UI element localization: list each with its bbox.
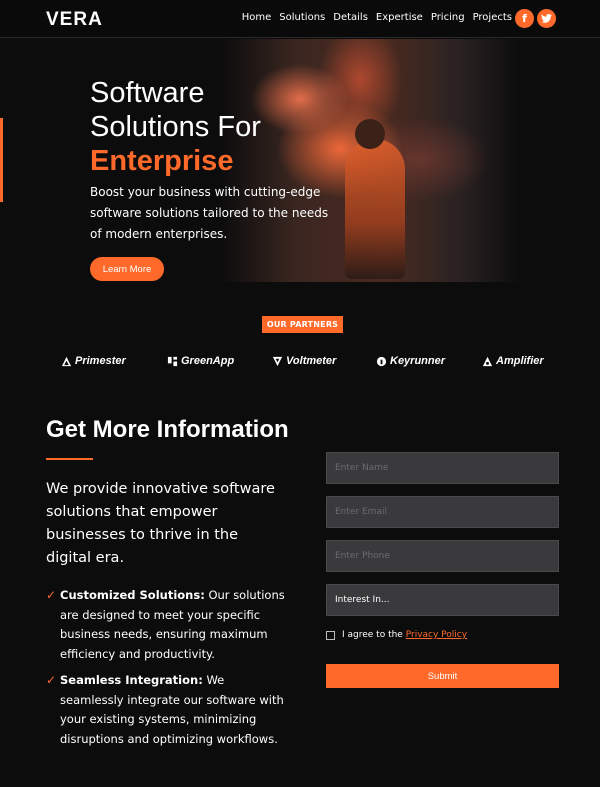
partner-logo-greenapp[interactable]: GreenApp [167, 355, 234, 367]
hero-title-accent: Enterprise [90, 145, 234, 177]
partner-logo-primester[interactable]: Primester [61, 355, 126, 367]
facebook-glyph: f [522, 12, 527, 25]
nav-item-pricing[interactable]: Pricing [431, 12, 465, 23]
nav-item-details[interactable]: Details [333, 12, 368, 23]
main-menu: Home Solutions Details Expertise Pricing… [234, 12, 512, 23]
phone-field[interactable] [326, 540, 559, 572]
learn-more-button[interactable]: Learn More [90, 257, 164, 281]
twitter-icon[interactable] [537, 9, 556, 28]
agree-checkbox[interactable] [326, 630, 335, 640]
hero-title: Software Solutions For Enterprise [90, 76, 261, 178]
info-lead-paragraph: We provide innovative software solutions… [46, 481, 275, 566]
partner-name: Amplifier [496, 355, 544, 367]
submit-button[interactable]: Submit [326, 664, 559, 688]
info-heading: Get More Information [46, 416, 289, 443]
agree-label: I agree to the [342, 630, 406, 640]
hero-title-line2: Solutions For [90, 111, 261, 143]
amplifier-icon [482, 356, 493, 366]
partner-logo-voltmeter[interactable]: Voltmeter [272, 355, 336, 367]
nav-item-solutions[interactable]: Solutions [279, 12, 325, 23]
primester-icon [61, 356, 72, 366]
nav-item-home[interactable]: Home [242, 12, 272, 23]
voltmeter-icon [272, 356, 283, 366]
email-input[interactable] [335, 507, 558, 517]
feature-bullet: ✓ Customized Solutions: Our solutions ar… [46, 586, 286, 664]
interest-select-value: Interest In... [335, 595, 390, 605]
email-field[interactable] [326, 496, 559, 528]
agree-text: I agree to the Privacy Policy [342, 630, 467, 640]
name-field[interactable] [326, 452, 559, 484]
partner-logo-amplifier[interactable]: Amplifier [482, 355, 544, 367]
info-heading-underline [46, 458, 93, 460]
hero-side-accent [0, 118, 3, 202]
facebook-icon[interactable]: f [515, 9, 534, 28]
interest-select[interactable]: Interest In... [326, 584, 559, 616]
hero-title-line1: Software [90, 77, 205, 109]
partner-name: GreenApp [181, 355, 235, 367]
partner-name: Voltmeter [286, 355, 337, 367]
hero-description: Boost your business with cutting-edge so… [90, 185, 329, 241]
feature-bullet-title: Seamless Integration: [60, 673, 203, 687]
partners-badge: OUR PARTNERS [262, 316, 343, 333]
partner-name: Keyrunner [390, 355, 446, 367]
feature-bullet-title: Customized Solutions: [60, 588, 205, 602]
partner-name: Primester [75, 355, 126, 367]
phone-input[interactable] [335, 551, 558, 561]
feature-bullet-text: Customized Solutions: Our solutions are … [60, 586, 286, 664]
feature-bullet: ✓ Seamless Integration: We seamlessly in… [46, 671, 286, 749]
hero-person-head [355, 119, 385, 149]
privacy-agreement: I agree to the Privacy Policy [326, 630, 467, 640]
feature-bullet-text: Seamless Integration: We seamlessly inte… [60, 671, 286, 749]
checkmark-icon: ✓ [46, 673, 57, 687]
hero-person-figure [345, 139, 405, 279]
name-input[interactable] [335, 463, 558, 473]
twitter-bird-glyph [541, 14, 552, 23]
checkmark-icon: ✓ [46, 588, 57, 602]
keyrunner-icon [376, 356, 387, 366]
nav-item-expertise[interactable]: Expertise [376, 12, 423, 23]
partner-logo-keyrunner[interactable]: Keyrunner [376, 355, 445, 367]
nav-item-projects[interactable]: Projects [473, 12, 512, 23]
top-navbar: VERA Home Solutions Details Expertise Pr… [0, 0, 600, 38]
privacy-policy-link[interactable]: Privacy Policy [406, 630, 467, 640]
greenapp-icon [167, 356, 178, 366]
brand-logo[interactable]: VERA [46, 9, 103, 31]
